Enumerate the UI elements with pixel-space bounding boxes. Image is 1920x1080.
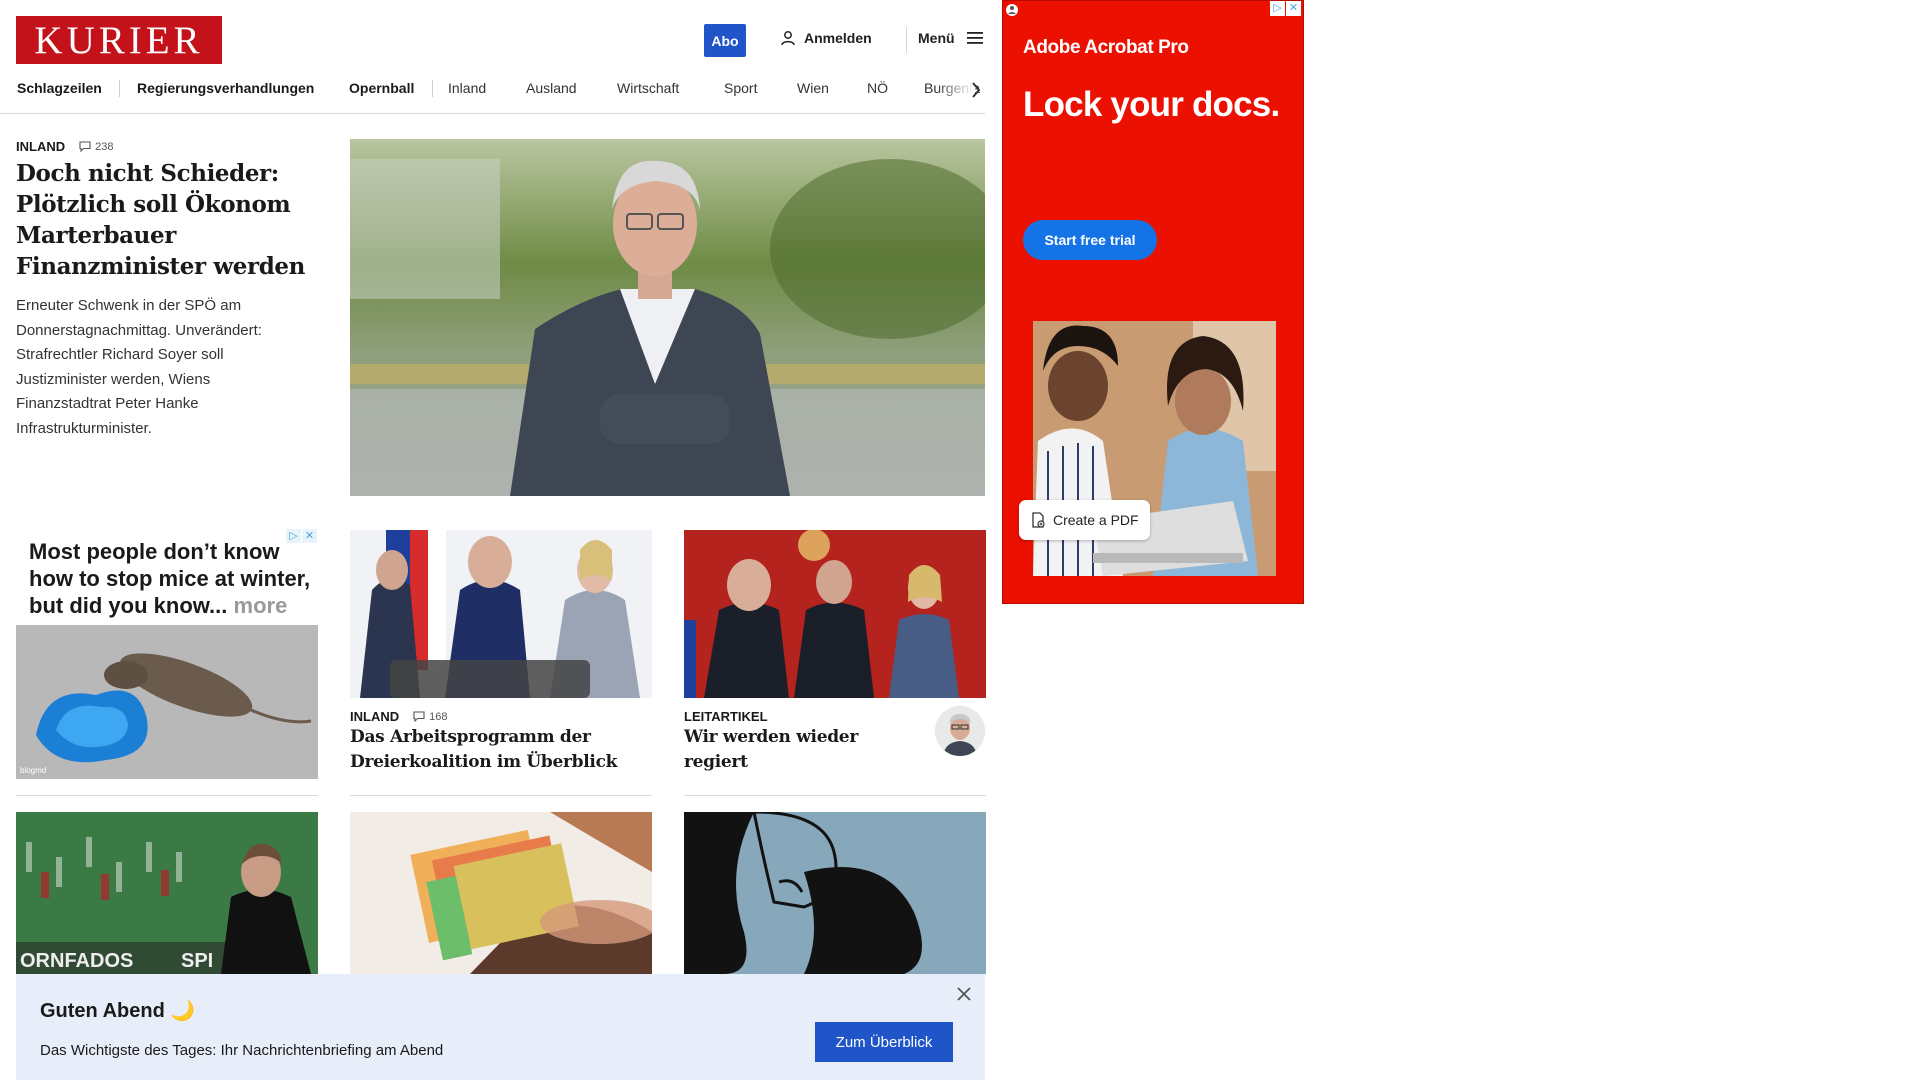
pill-label: Create a PDF <box>1053 512 1139 528</box>
nav-item-regierungsverhandlungen[interactable]: Regierungsverhandlungen <box>137 80 314 96</box>
login-label: Anmelden <box>804 30 872 46</box>
card-headline[interactable]: Wir werden wieder regiert <box>684 725 924 775</box>
banner-text-2: SPI <box>181 950 213 972</box>
banner-text: Das Wichtigste des Tages: Ihr Nachrichte… <box>40 1042 444 1059</box>
author-portrait <box>935 706 985 756</box>
hamburger-icon <box>966 32 983 44</box>
kurier-page: KURIER Abo Anmelden Menü Schlagzeilen Re… <box>0 0 1000 1080</box>
pdf-file-icon <box>1032 512 1045 528</box>
card-meta: LEITARTIKEL <box>684 709 768 724</box>
nav-divider <box>119 80 120 97</box>
lead-comments[interactable]: 238 <box>79 141 113 153</box>
lead-image[interactable] <box>350 139 985 496</box>
banner-text: ORNFADOS <box>20 950 133 972</box>
nav-item-noe[interactable]: NÖ <box>867 80 888 96</box>
divider <box>350 795 652 796</box>
government-photo <box>684 530 986 698</box>
lead-meta: INLAND 238 <box>16 139 113 154</box>
card-image[interactable] <box>350 530 652 698</box>
nav-item-sport[interactable]: Sport <box>724 80 757 96</box>
create-pdf-chip[interactable]: Create a PDF <box>1019 500 1150 540</box>
nav-fade <box>935 74 975 106</box>
menu-button[interactable]: Menü <box>918 30 983 46</box>
divider <box>16 795 318 796</box>
ad-brand: Adobe Acrobat Pro <box>1023 37 1189 58</box>
card-kicker[interactable]: LEITARTIKEL <box>684 709 768 724</box>
ad-image[interactable]: blogmd <box>16 625 318 779</box>
card-kicker[interactable]: INLAND <box>350 709 399 724</box>
ad-headline[interactable]: Lock your docs. <box>1023 85 1280 125</box>
ad-more-link[interactable]: more <box>234 593 288 618</box>
lead-headline[interactable]: Doch nicht Schieder: Plötzlich soll Ökon… <box>16 158 316 282</box>
chevron-right-icon[interactable] <box>970 80 982 100</box>
sponsored-ad[interactable]: ▷ ✕ Most people don’t know how to stop m… <box>16 529 318 779</box>
card-image[interactable] <box>684 530 986 698</box>
lead-photo <box>350 139 985 496</box>
nav-item-ausland[interactable]: Ausland <box>526 80 577 96</box>
money-photo <box>350 812 652 974</box>
football-photo: ORNFADOS SPI <box>16 812 318 974</box>
ad-badge-icon[interactable] <box>1005 3 1019 17</box>
nav-item-inland[interactable]: Inland <box>448 80 486 96</box>
menu-label: Menü <box>918 30 955 46</box>
kurier-logo[interactable]: KURIER <box>16 16 222 64</box>
nav-item-wirtschaft[interactable]: Wirtschaft <box>617 80 679 96</box>
zum-ueberblick-button[interactable]: Zum Überblick <box>815 1022 953 1062</box>
login-button[interactable]: Anmelden <box>780 30 872 46</box>
lead-comment-count: 238 <box>95 140 114 153</box>
mouse-illustration: blogmd <box>16 625 318 779</box>
close-icon[interactable] <box>956 986 972 1002</box>
author-avatar[interactable] <box>935 706 985 756</box>
divider <box>684 795 986 796</box>
section-nav: Schlagzeilen Regierungsverhandlungen Ope… <box>0 74 985 114</box>
adchoices[interactable]: ▷ ✕ <box>1270 1 1301 16</box>
banner-title: Guten Abend 🌙 <box>40 1000 196 1022</box>
card-comment-count: 168 <box>429 710 448 723</box>
nav-item-opernball[interactable]: Opernball <box>349 80 414 96</box>
card-image[interactable]: ORNFADOS SPI <box>16 812 318 974</box>
card-image[interactable] <box>350 812 652 974</box>
ad-credit: blogmd <box>20 766 46 775</box>
abo-button[interactable]: Abo <box>704 24 746 57</box>
card-image[interactable] <box>684 812 986 974</box>
nav-item-wien[interactable]: Wien <box>797 80 829 96</box>
adobe-acrobat-ad[interactable]: ▷ ✕ Adobe Acrobat Pro Lock your docs. St… <box>1002 0 1304 604</box>
illustration-image <box>684 812 986 974</box>
card-headline[interactable]: Das Arbeitsprogramm der Dreierkoalition … <box>350 725 650 775</box>
lead-kicker[interactable]: INLAND <box>16 139 65 154</box>
card-comments[interactable]: 168 <box>413 711 447 723</box>
adchoices-icon[interactable]: ▷ <box>1270 1 1285 16</box>
nav-item-schlagzeilen[interactable]: Schlagzeilen <box>17 80 102 96</box>
header-divider <box>906 27 907 53</box>
lead-teaser[interactable]: Erneuter Schwenk in der SPÖ am Donnersta… <box>16 294 306 441</box>
ad-text[interactable]: Most people don’t know how to stop mice … <box>29 538 314 619</box>
nav-divider <box>432 80 433 97</box>
comment-icon <box>79 141 91 152</box>
user-icon <box>781 31 795 46</box>
close-icon[interactable]: ✕ <box>1286 1 1301 16</box>
press-conference-photo <box>350 530 652 698</box>
start-free-trial-button[interactable]: Start free trial <box>1023 220 1157 260</box>
comment-icon <box>413 711 425 722</box>
card-meta: INLAND 168 <box>350 709 447 724</box>
briefing-banner: Guten Abend 🌙 Das Wichtigste des Tages: … <box>16 974 985 1080</box>
